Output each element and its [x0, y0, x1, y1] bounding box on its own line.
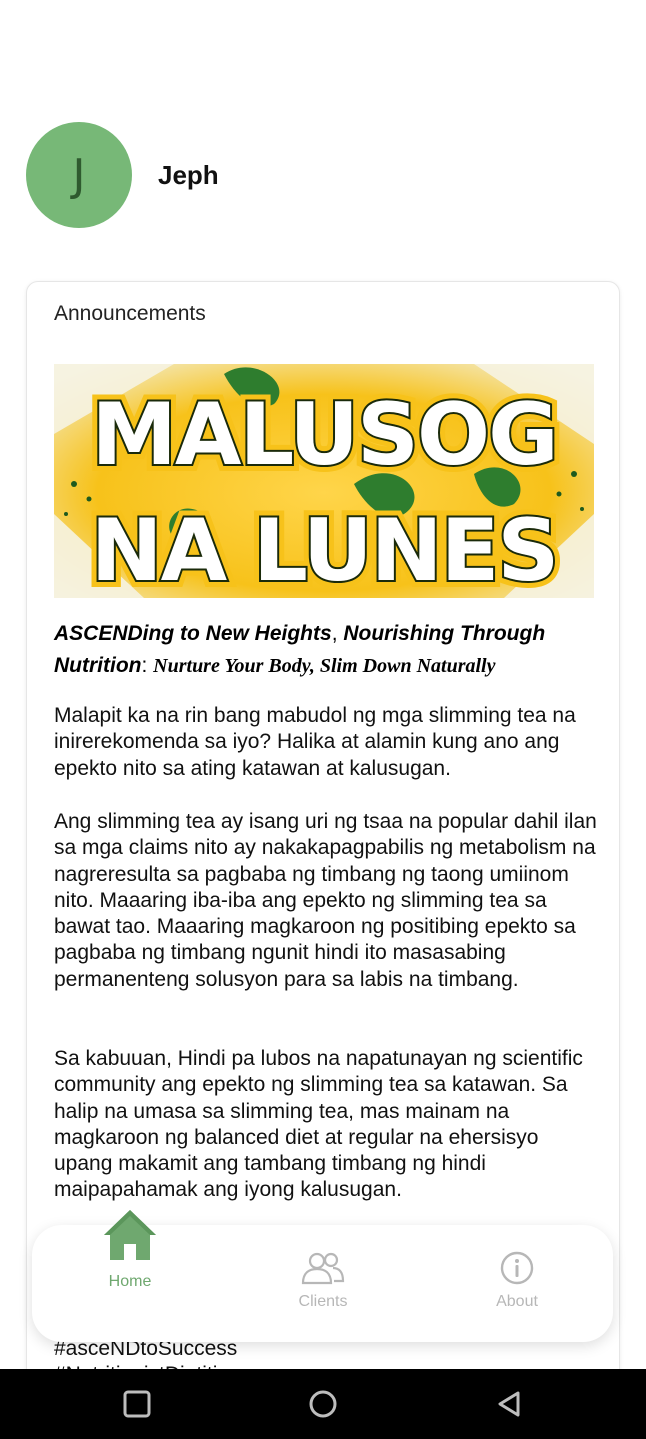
headline-part-1: ASCENDing to New Heights	[54, 622, 332, 645]
announcement-paragraph: Sa kabuuan, Hindi pa lubos na napatunaya…	[54, 1047, 583, 1202]
announcement-headline: ASCENDing to New Heights, Nourishing Thr…	[54, 618, 602, 682]
nav-label-about: About	[496, 1293, 538, 1310]
recents-icon[interactable]	[122, 1389, 152, 1419]
avatar[interactable]: J	[26, 122, 132, 228]
nav-label-clients: Clients	[298, 1293, 348, 1310]
avatar-initial: J	[72, 149, 86, 201]
nav-label-home: Home	[108, 1273, 152, 1290]
svg-text:NA LUNES: NA LUNES	[91, 501, 558, 598]
nav-item-clients[interactable]: Clients	[275, 1251, 371, 1311]
banner-artwork: MALUSOG MALUSOG NA LUNES NA LUNES	[54, 364, 594, 598]
profile-header: J Jeph	[26, 122, 219, 228]
announcements-title: Announcements	[54, 302, 206, 325]
announcement-banner-image: MALUSOG MALUSOG NA LUNES NA LUNES	[54, 364, 594, 598]
headline-separator-2: :	[141, 654, 154, 677]
user-name: Jeph	[158, 159, 219, 190]
house-icon	[104, 1210, 156, 1260]
people-icon	[301, 1252, 345, 1285]
headline-part-3: Nurture Your Body, Slim Down Naturally	[153, 655, 496, 677]
svg-text:MALUSOG: MALUSOG	[91, 385, 556, 485]
announcement-paragraph: Malapit ka na rin bang mabudol ng mga sl…	[54, 704, 576, 780]
home-circle-icon[interactable]	[308, 1389, 338, 1419]
info-icon	[500, 1251, 534, 1285]
nav-item-home[interactable]: Home	[82, 1207, 178, 1291]
announcement-paragraph: Ang slimming tea ay isang uri ng tsaa na…	[54, 810, 597, 991]
headline-separator-1: ,	[331, 622, 344, 645]
bottom-navigation: Home Clients About	[32, 1210, 613, 1342]
back-triangle-icon[interactable]	[494, 1389, 524, 1419]
system-navigation-bar	[0, 1369, 646, 1439]
nav-item-about[interactable]: About	[469, 1251, 565, 1311]
